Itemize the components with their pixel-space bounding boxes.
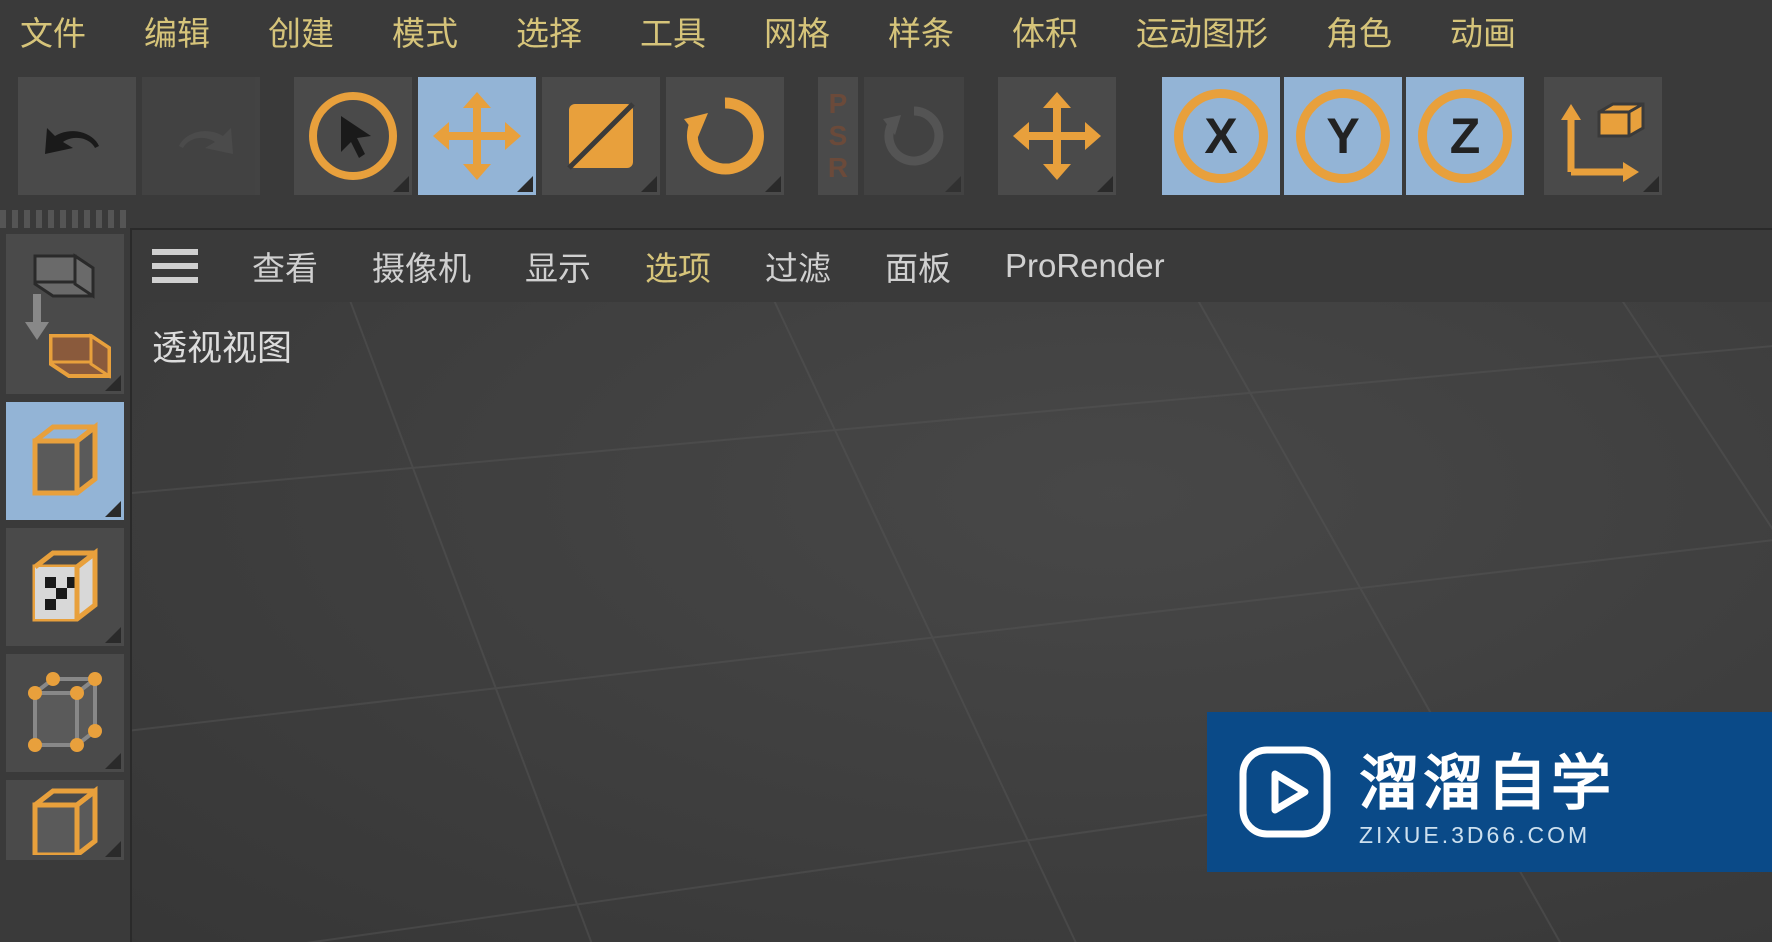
vp-menu-filter[interactable]: 过滤 <box>765 242 831 290</box>
menu-mode[interactable]: 模式 <box>392 7 458 55</box>
edge-mode-button[interactable] <box>6 780 124 860</box>
rotate-tool-button[interactable] <box>666 77 784 195</box>
mode-toolbar <box>0 228 130 942</box>
redo-icon <box>161 106 241 166</box>
axis-x-icon: X <box>1174 89 1268 183</box>
rotate-icon <box>680 91 770 181</box>
reset-icon <box>879 101 949 171</box>
menu-mesh[interactable]: 网格 <box>764 7 830 55</box>
move-tool-button[interactable] <box>418 77 536 195</box>
vp-menu-view[interactable]: 查看 <box>252 242 318 290</box>
move-icon <box>1009 88 1105 184</box>
menu-mograph[interactable]: 运动图形 <box>1136 7 1268 55</box>
scale-tool-button[interactable] <box>542 77 660 195</box>
menu-create[interactable]: 创建 <box>268 7 334 55</box>
viewport-menu-bar: 查看 摄像机 显示 选项 过滤 面板 ProRender <box>132 230 1772 302</box>
menu-select[interactable]: 选择 <box>516 7 582 55</box>
psr-r: R <box>828 152 848 184</box>
menu-tools[interactable]: 工具 <box>640 7 706 55</box>
axis-z-button[interactable]: Z <box>1406 77 1524 195</box>
point-cube-icon <box>17 665 113 761</box>
psr-s: S <box>829 120 848 152</box>
point-mode-button[interactable] <box>6 654 124 772</box>
live-select-button[interactable] <box>294 77 412 195</box>
redo-button[interactable] <box>142 77 260 195</box>
viewport-panel: 查看 摄像机 显示 选项 过滤 面板 ProRender 透视视 <box>130 228 1772 942</box>
move-icon <box>429 88 525 184</box>
axis-y-button[interactable]: Y <box>1284 77 1402 195</box>
watermark-overlay: 溜溜自学 ZIXUE.3D66.COM <box>1207 712 1772 872</box>
vp-menu-prorender[interactable]: ProRender <box>1005 247 1165 285</box>
axis-x-button[interactable]: X <box>1162 77 1280 195</box>
reset-psr-button[interactable] <box>864 77 964 195</box>
edge-cube-icon <box>17 785 113 855</box>
menu-animation[interactable]: 动画 <box>1450 7 1516 55</box>
texture-cube-icon <box>17 539 113 635</box>
axis-z-icon: Z <box>1418 89 1512 183</box>
menu-spline[interactable]: 样条 <box>888 7 954 55</box>
main-menu-bar: 文件 编辑 创建 模式 选择 工具 网格 样条 体积 运动图形 角色 动画 <box>0 0 1772 62</box>
viewport-label: 透视视图 <box>152 320 292 371</box>
main-toolbar: P S R X Y Z <box>0 62 1772 210</box>
watermark-title: 溜溜自学 <box>1359 735 1615 822</box>
undo-button[interactable] <box>18 77 136 195</box>
select-cursor-icon <box>303 86 403 186</box>
perspective-viewport[interactable]: 透视视图 溜溜自学 ZIXUE.3D66.COM <box>132 302 1772 942</box>
undo-icon <box>37 106 117 166</box>
toolbar-grip[interactable] <box>0 210 130 228</box>
live-move-button[interactable] <box>998 77 1116 195</box>
vp-menu-options[interactable]: 选项 <box>645 242 711 290</box>
vp-menu-display[interactable]: 显示 <box>525 242 591 290</box>
make-editable-button[interactable] <box>6 234 124 394</box>
vp-menu-camera[interactable]: 摄像机 <box>372 242 471 290</box>
scale-icon <box>561 96 641 176</box>
vp-menu-panel[interactable]: 面板 <box>885 242 951 290</box>
watermark-play-icon <box>1235 742 1335 842</box>
cube-icon <box>17 413 113 509</box>
watermark-subtitle: ZIXUE.3D66.COM <box>1359 822 1615 849</box>
make-editable-icon <box>15 244 115 384</box>
coord-system-button[interactable] <box>1544 77 1662 195</box>
texture-mode-button[interactable] <box>6 528 124 646</box>
psr-indicator[interactable]: P S R <box>818 77 858 195</box>
psr-p: P <box>829 88 848 120</box>
menu-volume[interactable]: 体积 <box>1012 7 1078 55</box>
model-mode-button[interactable] <box>6 402 124 520</box>
axis-lock-group: X Y Z <box>1162 77 1524 195</box>
menu-file[interactable]: 文件 <box>20 7 86 55</box>
axis-y-icon: Y <box>1296 89 1390 183</box>
coord-axis-icon <box>1553 86 1653 186</box>
menu-character[interactable]: 角色 <box>1326 7 1392 55</box>
viewport-hamburger-button[interactable] <box>152 249 198 283</box>
menu-edit[interactable]: 编辑 <box>144 7 210 55</box>
